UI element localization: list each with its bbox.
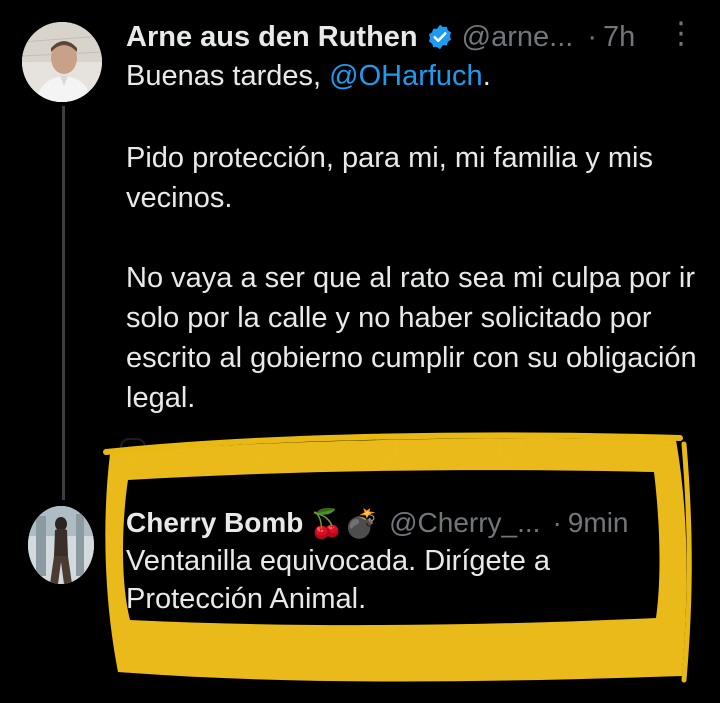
reply-header: Cherry Bomb 🍒💣 @Cherry_... · 9min bbox=[126, 502, 629, 544]
tweet-action-bar bbox=[120, 438, 680, 464]
reply-icon[interactable] bbox=[120, 438, 146, 460]
reply-separator-dot: · bbox=[552, 507, 562, 538]
author-handle[interactable]: @arne... bbox=[462, 21, 574, 54]
tweet-timestamp[interactable]: 7h bbox=[603, 21, 635, 54]
tweet-greeting: Buenas tardes, bbox=[126, 60, 330, 92]
reply-avatar-photo bbox=[28, 506, 94, 584]
author-avatar[interactable] bbox=[22, 22, 102, 102]
author-name[interactable]: Arne aus den Ruthen bbox=[126, 21, 418, 54]
like-icon[interactable] bbox=[372, 438, 398, 460]
tweet-text: Buenas tardes, @OHarfuch. bbox=[126, 56, 701, 96]
verified-badge-icon[interactable] bbox=[426, 23, 454, 51]
mention-link[interactable]: @OHarfuch bbox=[329, 60, 483, 92]
thread-connector-line bbox=[62, 106, 65, 500]
retweet-icon[interactable] bbox=[246, 438, 272, 460]
reply-text: Ventanilla equivocada. Dirígete a Protec… bbox=[126, 545, 551, 615]
reply-author-avatar[interactable] bbox=[28, 506, 94, 584]
tweet-paragraph-2: Pido protección, para mi, mi familia y m… bbox=[126, 142, 653, 214]
views-icon[interactable] bbox=[498, 438, 524, 460]
tweet-header: Arne aus den Ruthen @arne... · 7h ⋮ bbox=[126, 14, 702, 60]
separator-dot: · bbox=[587, 20, 597, 53]
tweet-paragraph-1: Buenas tardes, @OHarfuch. bbox=[126, 56, 701, 96]
reply-author-name[interactable]: Cherry Bomb bbox=[126, 507, 303, 539]
more-vertical-icon[interactable]: ⋮ bbox=[666, 16, 696, 51]
tweet-greeting-end: . bbox=[482, 60, 491, 92]
reply-author-handle[interactable]: @Cherry_... bbox=[389, 507, 540, 539]
tweet-paragraph-3: No vaya a ser que al rato sea mi culpa p… bbox=[126, 262, 697, 414]
author-avatar-photo bbox=[22, 22, 102, 102]
reply-timestamp[interactable]: 9min bbox=[568, 507, 629, 539]
cherry-bomb-emoji: 🍒💣 bbox=[309, 507, 380, 539]
